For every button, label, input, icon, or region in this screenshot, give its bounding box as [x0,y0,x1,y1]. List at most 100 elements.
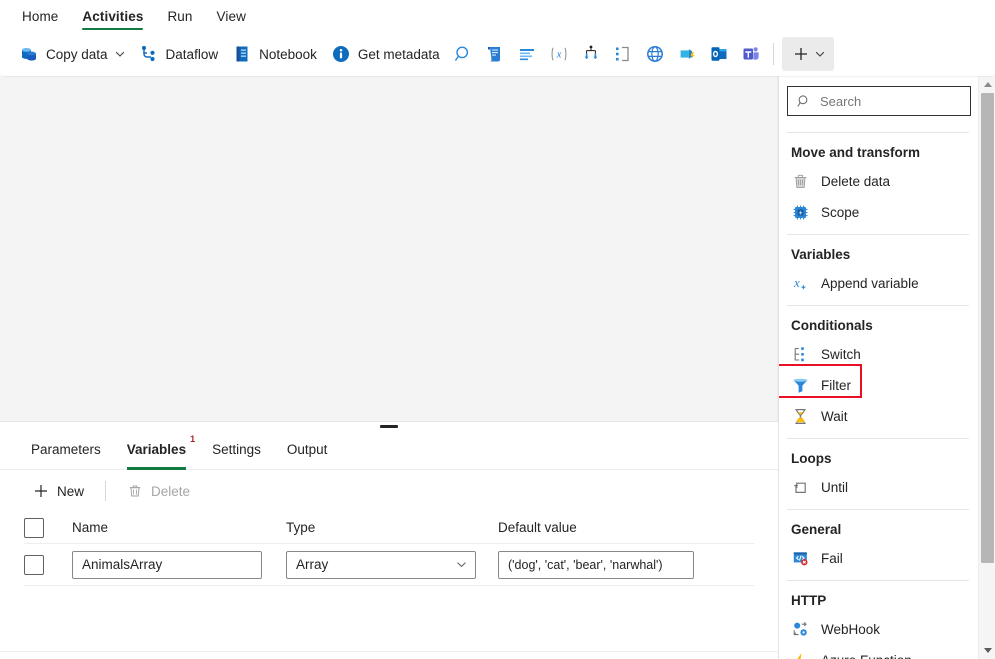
flyout-item-fail[interactable]: Fail [779,543,979,574]
flyout-scrollbar[interactable] [978,76,995,659]
flyout-group-loops: Loops [779,445,979,472]
tab-variables-label: Variables [127,442,186,457]
variable-type-dropdown[interactable]: Array [286,551,476,579]
flyout-item-switch[interactable]: Switch [779,339,979,370]
toolbar-notebook-label: Notebook [259,47,317,62]
scrollbar-thumb[interactable] [981,93,994,563]
variable-default-value-input[interactable]: ('dog', 'cat', 'bear', 'narwhal') [498,551,694,579]
variables-table: Name Type Default value AnimalsArray Arr… [0,512,778,586]
flyout-item-append-variable-label: Append variable [821,276,919,291]
trash-icon [127,483,143,499]
flyout-item-wait-label: Wait [821,409,848,424]
ribbon-tab-activities[interactable]: Activities [70,0,155,32]
append-variable-icon: x [791,274,810,293]
row-name-cell: AnimalsArray [72,551,286,579]
outlook-icon [709,44,729,64]
ribbon-tab-run[interactable]: Run [155,0,204,32]
filter-funnel-icon [791,376,810,395]
teams-icon [741,44,761,64]
flyout-divider [787,509,969,510]
flyout-item-wait[interactable]: Wait [779,401,979,432]
select-all-cell [24,518,72,538]
search-icon [797,94,811,108]
row-select-checkbox[interactable] [24,555,44,575]
flyout-item-until[interactable]: Until [779,472,979,503]
flyout-item-azure-function-label: Azure Function [821,653,912,659]
tab-output[interactable]: Output [274,430,341,470]
set-variable-icon: x [549,44,569,64]
ribbon-tab-view[interactable]: View [205,0,258,32]
tab-settings[interactable]: Settings [199,430,274,470]
flyout-item-azure-function[interactable]: Azure Function [779,645,979,659]
toolbar-dataflow-label: Dataflow [166,47,219,62]
delete-variable-label: Delete [151,484,190,499]
toolbar-lookup-button[interactable] [447,38,479,70]
toolbar-switch-activity-button[interactable] [575,38,607,70]
scroll-up-button[interactable] [979,76,995,93]
webhook-icon [791,620,810,639]
toolbar-get-metadata-button[interactable]: Get metadata [324,38,447,70]
script-icon [485,44,505,64]
pipeline-canvas[interactable] [0,76,778,421]
scroll-down-button[interactable] [979,642,995,659]
toolbar-script-button[interactable] [479,38,511,70]
new-variable-label: New [57,484,84,499]
tab-variables-badge: 1 [190,435,195,444]
svg-text:x: x [555,49,561,61]
select-all-checkbox[interactable] [24,518,44,538]
chevron-down-icon [115,49,125,59]
flyout-search-wrapper: Search [779,86,979,126]
ribbon-tab-home[interactable]: Home [10,0,70,32]
ribbon-tab-run-label: Run [167,9,192,24]
flyout-item-scope[interactable]: Scope [779,197,979,228]
toolbar-copy-data-label: Copy data [46,47,108,62]
flyout-item-webhook[interactable]: WebHook [779,614,979,645]
toolbar-azure-batch-button[interactable] [671,38,703,70]
activities-toolbar: Copy data Dataflow Notebook [0,32,995,76]
toolbar-teams-button[interactable] [735,38,767,70]
ribbon-tab-activities-label: Activities [82,9,143,24]
toolbar-set-variable-button[interactable]: x [543,38,575,70]
variable-name-input[interactable]: AnimalsArray [72,551,262,579]
resize-grip-icon [380,425,398,428]
dataflow-icon [139,44,159,64]
trash-icon [791,172,810,191]
info-icon [331,44,351,64]
flyout-item-webhook-label: WebHook [821,622,880,637]
flyout-item-append-variable[interactable]: x Append variable [779,268,979,299]
tab-parameters[interactable]: Parameters [18,430,114,470]
activities-flyout-panel: Search Move and transform Delete data [778,76,995,659]
chevron-down-icon [815,49,825,59]
toolbar-dataflow-button[interactable]: Dataflow [132,38,226,70]
toolbar-copy-data-button[interactable]: Copy data [12,38,132,70]
toolbar-add-activity-button[interactable] [782,37,834,71]
delete-variable-button[interactable]: Delete [118,476,199,506]
notebook-icon [232,44,252,64]
flyout-divider [787,438,969,439]
new-variable-button[interactable]: New [24,476,93,506]
plus-icon [33,483,49,499]
lookup-search-icon [453,44,473,64]
toolbar-notebook-button[interactable]: Notebook [225,38,324,70]
activities-flyout-content: Search Move and transform Delete data [779,76,979,659]
flyout-item-delete-data[interactable]: Delete data [779,166,979,197]
switch-icon [791,345,810,364]
toolbar-if-condition-button[interactable] [607,38,639,70]
ribbon-tab-view-label: View [217,9,246,24]
chevron-down-icon [456,559,467,570]
toolbar-stored-procedure-button[interactable] [511,38,543,70]
tab-variables[interactable]: Variables 1 [114,430,199,470]
fail-icon [791,549,810,568]
flyout-item-filter[interactable]: Filter [779,370,979,401]
flyout-item-until-label: Until [821,480,848,495]
toolbar-web-button[interactable] [639,38,671,70]
until-loop-icon [791,478,810,497]
flyout-group-general: General [779,516,979,543]
tab-parameters-label: Parameters [31,442,101,457]
azure-batch-icon [677,44,697,64]
toolbar-outlook-button[interactable] [703,38,735,70]
activity-search-placeholder: Search [820,94,861,109]
activity-search-input[interactable]: Search [787,86,971,116]
flyout-divider [787,234,969,235]
command-divider [105,481,106,501]
